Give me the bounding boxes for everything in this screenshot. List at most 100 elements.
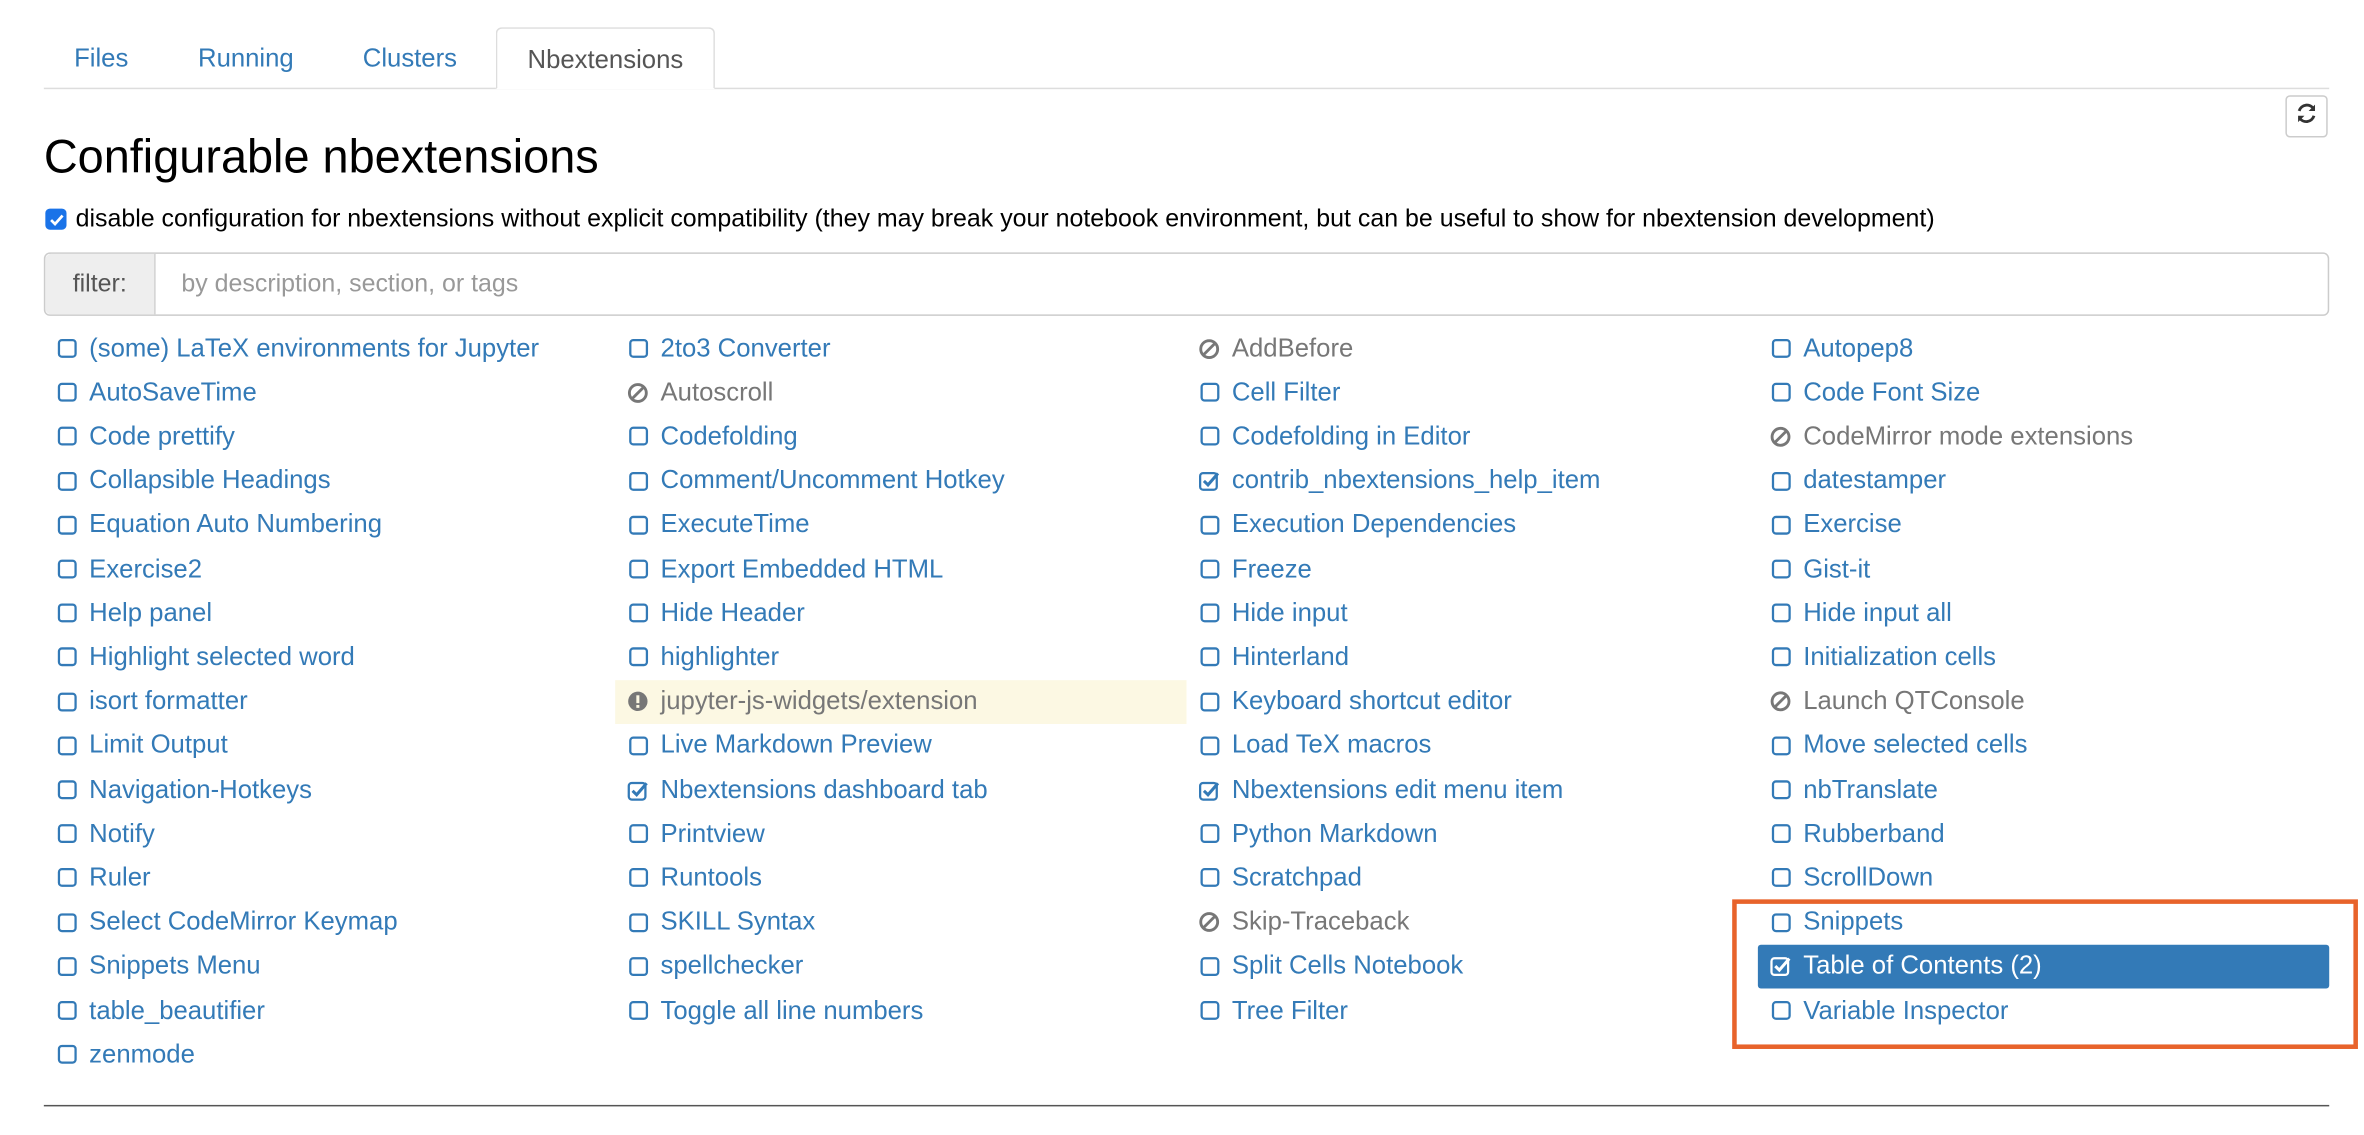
extension-item-addbefore[interactable]: AddBefore <box>1187 326 1749 370</box>
extension-item-snippets-menu[interactable]: Snippets Menu <box>44 944 606 988</box>
tab-files[interactable]: Files <box>44 27 159 87</box>
extension-label: Navigation-Hotkeys <box>89 774 312 804</box>
extension-item-comment-uncomment-hotkey[interactable]: Comment/Uncomment Hotkey <box>615 459 1177 503</box>
extension-item-toggle-all-line-numbers[interactable]: Toggle all line numbers <box>615 989 1177 1033</box>
extension-item-table-beautifier[interactable]: table_beautifier <box>44 989 606 1033</box>
extension-item-jupyter-js-widgets-extension[interactable]: jupyter-js-widgets/extension <box>615 679 1187 724</box>
extension-item-gist-it[interactable]: Gist-it <box>1758 547 2329 591</box>
extension-item-hinterland[interactable]: Hinterland <box>1187 635 1749 679</box>
extension-item-cell-filter[interactable]: Cell Filter <box>1187 371 1749 415</box>
extension-item-zenmode[interactable]: zenmode <box>44 1033 606 1077</box>
tab-running[interactable]: Running <box>168 27 324 87</box>
extension-label: nbTranslate <box>1803 774 1938 804</box>
extension-item-launch-qtconsole[interactable]: Launch QTConsole <box>1758 680 2329 724</box>
extension-label: Exercise <box>1803 509 1902 539</box>
extension-label: Split Cells Notebook <box>1231 951 1464 980</box>
extension-item-skill-syntax[interactable]: SKILL Syntax <box>615 900 1177 944</box>
extension-item-2to3-converter[interactable]: 2to3 Converter <box>615 326 1177 370</box>
extension-label: Gist-it <box>1803 553 1871 583</box>
extension-item-code-font-size[interactable]: Code Font Size <box>1758 371 2329 415</box>
extension-item-load-tex-macros[interactable]: Load TeX macros <box>1187 724 1749 768</box>
extension-item-collapsible-headings[interactable]: Collapsible Headings <box>44 459 606 503</box>
checkbox-icon <box>627 956 648 977</box>
checkbox-icon <box>627 867 648 888</box>
extension-item-nbtranslate[interactable]: nbTranslate <box>1758 768 2329 812</box>
extension-item-freeze[interactable]: Freeze <box>1187 547 1749 591</box>
extension-item-datestamper[interactable]: datestamper <box>1758 459 2329 503</box>
checkbox-icon <box>627 338 648 359</box>
tab-nbextensions[interactable]: Nbextensions <box>495 27 715 90</box>
extension-item-autopep8[interactable]: Autopep8 <box>1758 326 2329 370</box>
filter-input[interactable] <box>155 253 2328 315</box>
extension-item-codefolding[interactable]: Codefolding <box>615 415 1177 459</box>
extension-item-nbextensions-dashboard-tab[interactable]: Nbextensions dashboard tab <box>615 768 1177 812</box>
extension-item-executetime[interactable]: ExecuteTime <box>615 503 1177 547</box>
extension-item-keyboard-shortcut-editor[interactable]: Keyboard shortcut editor <box>1187 680 1749 724</box>
extension-item-scratchpad[interactable]: Scratchpad <box>1187 856 1749 900</box>
extension-item-contrib-nbextensions-help-item[interactable]: contrib_nbextensions_help_item <box>1187 459 1749 503</box>
extension-item-table-of-contents-2[interactable]: Table of Contents (2) <box>1757 944 2330 989</box>
checkbox-icon <box>56 779 77 800</box>
extension-label: Variable Inspector <box>1803 995 2009 1025</box>
extension-item-isort-formatter[interactable]: isort formatter <box>44 680 606 724</box>
extension-item-snippets[interactable]: Snippets <box>1758 900 2329 944</box>
extension-item-runtools[interactable]: Runtools <box>615 856 1177 900</box>
extension-item-highlight-selected-word[interactable]: Highlight selected word <box>44 635 606 679</box>
extension-item-ruler[interactable]: Ruler <box>44 856 606 900</box>
extension-item-variable-inspector[interactable]: Variable Inspector <box>1758 989 2329 1033</box>
extension-item-skip-traceback[interactable]: Skip-Traceback <box>1187 900 1749 944</box>
checkbox-icon <box>1770 338 1791 359</box>
extension-label: Code Font Size <box>1803 377 1981 407</box>
extension-item-spellchecker[interactable]: spellchecker <box>615 944 1177 988</box>
extension-item-hide-header[interactable]: Hide Header <box>615 591 1177 635</box>
checked-checkbox-icon <box>627 779 648 800</box>
extension-label: Exercise2 <box>89 553 202 583</box>
extension-item-autosavetime[interactable]: AutoSaveTime <box>44 371 606 415</box>
extension-item-exercise2[interactable]: Exercise2 <box>44 547 606 591</box>
extension-item-nbextensions-edit-menu-item[interactable]: Nbextensions edit menu item <box>1187 768 1749 812</box>
extension-item-printview[interactable]: Printview <box>615 812 1177 856</box>
extension-item-rubberband[interactable]: Rubberband <box>1758 812 2329 856</box>
checkbox-icon <box>1199 735 1220 756</box>
extension-label: Collapsible Headings <box>89 465 331 495</box>
extension-item-live-markdown-preview[interactable]: Live Markdown Preview <box>615 724 1177 768</box>
extension-label: Load TeX macros <box>1231 730 1432 760</box>
extension-item-notify[interactable]: Notify <box>44 812 606 856</box>
compat-label[interactable]: disable configuration for nbextensions w… <box>76 205 1935 234</box>
extension-item-hide-input[interactable]: Hide input <box>1187 591 1749 635</box>
extension-item-hide-input-all[interactable]: Hide input all <box>1758 591 2329 635</box>
checkbox-icon <box>627 558 648 579</box>
extension-label: Hide input all <box>1803 598 1952 627</box>
extension-label: Toggle all line numbers <box>660 995 924 1025</box>
extension-item-scrolldown[interactable]: ScrollDown <box>1758 856 2329 900</box>
checkbox-icon <box>1770 912 1791 933</box>
extension-item-navigation-hotkeys[interactable]: Navigation-Hotkeys <box>44 768 606 812</box>
extension-item-code-prettify[interactable]: Code prettify <box>44 415 606 459</box>
extension-item-limit-output[interactable]: Limit Output <box>44 724 606 768</box>
extension-item-autoscroll[interactable]: Autoscroll <box>615 371 1177 415</box>
extension-label: SKILL Syntax <box>660 907 816 936</box>
extension-item-exercise[interactable]: Exercise <box>1758 503 2329 547</box>
extension-item-codemirror-mode-extensions[interactable]: CodeMirror mode extensions <box>1758 415 2329 459</box>
extension-item-highlighter[interactable]: highlighter <box>615 635 1177 679</box>
extension-label: zenmode <box>89 1039 195 1069</box>
checkbox-icon <box>56 470 77 491</box>
extension-item-select-codemirror-keymap[interactable]: Select CodeMirror Keymap <box>44 900 606 944</box>
extension-item-export-embedded-html[interactable]: Export Embedded HTML <box>615 547 1177 591</box>
extension-item-tree-filter[interactable]: Tree Filter <box>1187 989 1749 1033</box>
extension-label: isort formatter <box>89 686 248 716</box>
extension-item-some-latex-environments-for-jupyter[interactable]: (some) LaTeX environments for Jupyter <box>44 326 606 370</box>
checkbox-icon <box>56 603 77 624</box>
extension-item-execution-dependencies[interactable]: Execution Dependencies <box>1187 503 1749 547</box>
extension-item-python-markdown[interactable]: Python Markdown <box>1187 812 1749 856</box>
tab-clusters[interactable]: Clusters <box>333 27 488 87</box>
compat-checkbox[interactable] <box>45 208 67 230</box>
extension-item-split-cells-notebook[interactable]: Split Cells Notebook <box>1187 944 1749 988</box>
extension-item-move-selected-cells[interactable]: Move selected cells <box>1758 724 2329 768</box>
extension-item-help-panel[interactable]: Help panel <box>44 591 606 635</box>
refresh-button[interactable] <box>2285 95 2328 138</box>
extension-item-equation-auto-numbering[interactable]: Equation Auto Numbering <box>44 503 606 547</box>
extension-item-initialization-cells[interactable]: Initialization cells <box>1758 635 2329 679</box>
extension-label: jupyter-js-widgets/extension <box>660 686 978 716</box>
extension-item-codefolding-in-editor[interactable]: Codefolding in Editor <box>1187 415 1749 459</box>
